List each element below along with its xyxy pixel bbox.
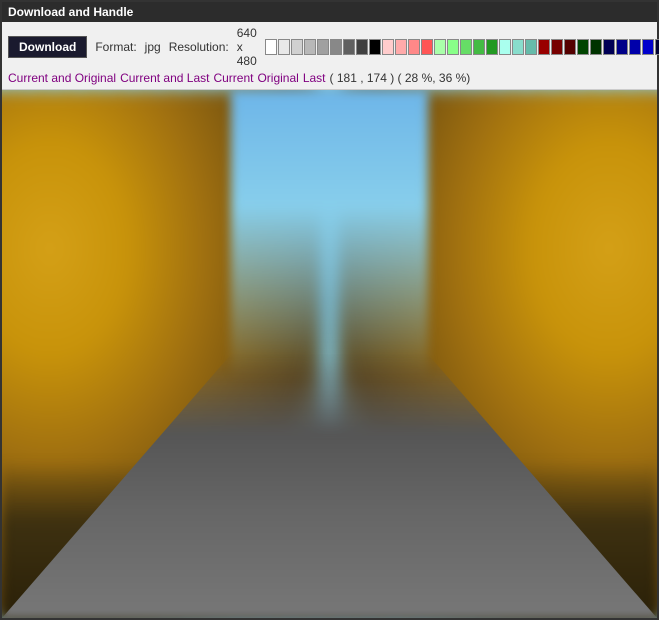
format-value: jpg	[145, 40, 161, 54]
swatch-teal1[interactable]	[499, 39, 511, 55]
resolution-label: Resolution:	[169, 40, 229, 54]
swatch-pink3[interactable]	[408, 39, 420, 55]
app-window: Download and Handle Download Format: jpg…	[0, 0, 659, 620]
download-button[interactable]: Download	[8, 36, 87, 58]
swatch-darkblue3[interactable]	[629, 39, 641, 55]
swatch-darkred2[interactable]	[551, 39, 563, 55]
current-link[interactable]: Current	[213, 71, 253, 85]
current-and-last-link[interactable]: Current and Last	[120, 71, 209, 85]
swatch-lightgray1[interactable]	[278, 39, 290, 55]
swatch-navy[interactable]	[655, 39, 659, 55]
swatch-darkgreen2[interactable]	[590, 39, 602, 55]
format-label: Format:	[95, 40, 136, 54]
current-and-original-link[interactable]: Current and Original	[8, 71, 116, 85]
image-display	[2, 90, 657, 618]
swatch-darkgray2[interactable]	[356, 39, 368, 55]
toolbar-row1: Download Format: jpg Resolution: 640 x 4…	[8, 26, 651, 68]
swatch-darkred3[interactable]	[564, 39, 576, 55]
swatch-teal2[interactable]	[512, 39, 524, 55]
swatch-green3[interactable]	[460, 39, 472, 55]
swatch-green4[interactable]	[473, 39, 485, 55]
original-link[interactable]: Original	[257, 71, 298, 85]
swatch-teal3[interactable]	[525, 39, 537, 55]
image-area[interactable]	[2, 90, 657, 618]
window-title: Download and Handle	[8, 5, 133, 19]
swatch-darkgray1[interactable]	[343, 39, 355, 55]
color-swatches	[265, 39, 659, 55]
swatch-darkblue1[interactable]	[603, 39, 615, 55]
title-bar: Download and Handle	[2, 2, 657, 22]
swatch-darkblue2[interactable]	[616, 39, 628, 55]
swatch-pink1[interactable]	[382, 39, 394, 55]
swatch-darkgreen1[interactable]	[577, 39, 589, 55]
swatch-pink2[interactable]	[395, 39, 407, 55]
swatch-green5[interactable]	[486, 39, 498, 55]
swatch-black[interactable]	[369, 39, 381, 55]
swatch-white[interactable]	[265, 39, 277, 55]
swatch-lightgray2[interactable]	[291, 39, 303, 55]
swatch-red1[interactable]	[421, 39, 433, 55]
toolbar: Download Format: jpg Resolution: 640 x 4…	[2, 22, 657, 90]
resolution-value: 640 x 480	[237, 26, 257, 68]
swatch-green2[interactable]	[447, 39, 459, 55]
swatch-darkred1[interactable]	[538, 39, 550, 55]
swatch-darkblue4[interactable]	[642, 39, 654, 55]
swatch-green1[interactable]	[434, 39, 446, 55]
coordinates-display: ( 181 , 174 ) ( 28 %, 36 %)	[330, 71, 471, 85]
sky-center	[231, 90, 428, 380]
swatch-gray2[interactable]	[317, 39, 329, 55]
toolbar-row2: Current and Original Current and Last Cu…	[8, 71, 651, 85]
last-link[interactable]: Last	[303, 71, 326, 85]
swatch-gray3[interactable]	[330, 39, 342, 55]
swatch-gray1[interactable]	[304, 39, 316, 55]
